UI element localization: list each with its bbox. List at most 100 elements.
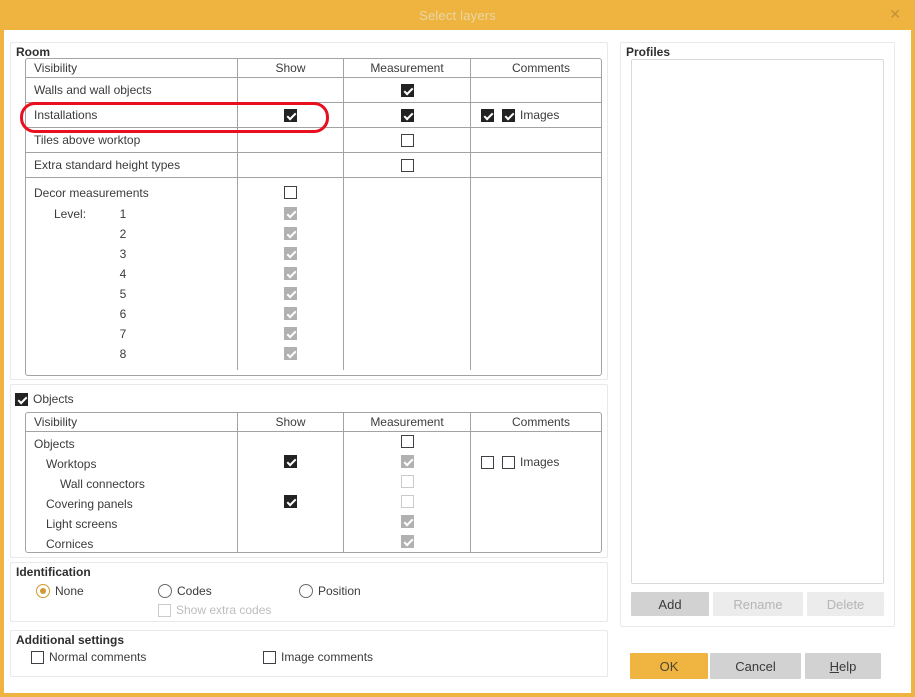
identification-section: Identification None Codes Position Show … — [10, 562, 608, 622]
show-extra-codes-checkbox — [158, 603, 171, 617]
row-label: Walls and wall objects — [26, 78, 238, 102]
dialog-border-bottom — [0, 693, 915, 697]
table-row: Walls and wall objects — [26, 78, 601, 103]
table-row: Tiles above worktop — [26, 128, 601, 153]
objects-section-checkbox[interactable] — [15, 392, 28, 406]
dialog-titlebar[interactable]: Select layers ✕ — [0, 0, 915, 30]
comments-checkbox[interactable] — [481, 108, 494, 122]
measurement-checkbox[interactable] — [401, 535, 414, 548]
close-icon[interactable]: ✕ — [889, 6, 901, 23]
row-label: Cornices — [46, 537, 94, 551]
header-comments: Comments — [511, 61, 570, 75]
objects-table-body: Objects Worktops Wall connectors Coverin… — [26, 432, 601, 552]
radio-option-codes[interactable]: Codes — [158, 584, 212, 598]
row-label: Tiles above worktop — [26, 128, 238, 152]
row-label: Wall connectors — [60, 477, 145, 491]
dialog-border-left — [0, 0, 4, 697]
measurement-checkbox[interactable] — [401, 435, 414, 448]
radio-icon[interactable] — [158, 584, 172, 598]
measurement-checkbox[interactable] — [400, 133, 414, 147]
radio-label: None — [55, 584, 84, 598]
radio-icon[interactable] — [299, 584, 313, 598]
level-checkbox[interactable] — [284, 347, 297, 360]
ok-button[interactable]: OK — [630, 653, 708, 679]
level-checkbox[interactable] — [284, 307, 297, 320]
measurement-checkbox[interactable] — [401, 475, 414, 488]
objects-table-header: Visibility Show Measurement Comments — [26, 413, 601, 432]
radio-option-position[interactable]: Position — [299, 584, 361, 598]
room-table-header: Visibility Show Measurement Comments — [26, 59, 601, 78]
image-comments-option[interactable]: Image comments — [263, 650, 373, 664]
measurement-checkbox[interactable] — [400, 158, 414, 172]
image-comments-label: Image comments — [281, 650, 374, 664]
comments-checkbox[interactable] — [481, 455, 494, 469]
delete-button: Delete — [807, 592, 884, 616]
cancel-button[interactable]: Cancel — [710, 653, 801, 679]
header-comments: Comments — [511, 415, 570, 429]
dialog-border-right — [911, 0, 915, 697]
header-show: Show — [238, 59, 344, 77]
level-checkbox[interactable] — [284, 287, 297, 300]
measurement-checkbox[interactable] — [400, 108, 414, 122]
profiles-label: Profiles — [626, 45, 671, 59]
row-label: Extra standard height types — [26, 153, 238, 177]
row-label: Light screens — [46, 517, 118, 531]
help-button[interactable]: Help — [805, 653, 881, 679]
show-extra-codes-label: Show extra codes — [176, 603, 272, 617]
level-number: 5 — [119, 287, 127, 301]
header-visibility: Visibility — [26, 413, 238, 431]
header-visibility: Visibility — [26, 59, 238, 77]
add-button[interactable]: Add — [631, 592, 709, 616]
level-number: 4 — [119, 267, 127, 281]
measurement-checkbox[interactable] — [401, 495, 414, 508]
level-number: 7 — [119, 327, 127, 341]
comments-images-checkbox[interactable] — [502, 455, 515, 469]
additional-settings-label: Additional settings — [16, 633, 124, 647]
decor-measurements-block: Decor measurements Level: 1 2 3 4 5 6 7 … — [26, 178, 601, 370]
level-label: Level: — [54, 207, 87, 221]
level-checkboxes — [284, 207, 297, 367]
normal-comments-checkbox[interactable] — [31, 650, 44, 664]
image-comments-checkbox[interactable] — [263, 650, 276, 664]
profiles-listbox[interactable] — [631, 59, 884, 584]
level-checkbox[interactable] — [284, 207, 297, 220]
images-label: Images — [520, 108, 560, 122]
level-number: 3 — [119, 247, 127, 261]
dialog-title: Select layers — [418, 7, 497, 23]
show-checkbox[interactable] — [284, 108, 297, 122]
show-checkbox[interactable] — [284, 455, 297, 468]
radio-label: Position — [318, 584, 361, 598]
objects-section-label: Objects — [33, 392, 74, 406]
room-section: Room Visibility Show Measurement Comment… — [10, 42, 608, 380]
identification-label: Identification — [16, 565, 91, 579]
help-rest: elp — [839, 658, 857, 674]
normal-comments-label: Normal comments — [49, 650, 147, 664]
objects-section: Objects Visibility Show Measurement Comm… — [10, 384, 608, 558]
help-accelerator: H — [829, 658, 840, 674]
level-checkbox[interactable] — [284, 227, 297, 240]
level-checkbox[interactable] — [284, 267, 297, 280]
show-extra-codes-option: Show extra codes — [158, 603, 271, 617]
row-label: Installations — [26, 103, 238, 127]
profiles-section: Profiles Add Rename Delete — [620, 42, 895, 627]
table-row: Installations Images — [26, 103, 601, 128]
radio-label: Codes — [177, 584, 212, 598]
objects-table: Visibility Show Measurement Comments Obj… — [25, 412, 602, 553]
header-measurement: Measurement — [344, 59, 471, 77]
radio-icon[interactable] — [36, 584, 50, 598]
rename-button: Rename — [713, 592, 803, 616]
room-table: Visibility Show Measurement Comments Wal… — [25, 58, 602, 376]
level-numbers: 1 2 3 4 5 6 7 8 — [116, 204, 130, 364]
comments-images-checkbox[interactable] — [502, 108, 515, 122]
measurement-checkbox[interactable] — [401, 515, 414, 528]
measurement-checkbox[interactable] — [401, 455, 414, 468]
measurement-checkbox[interactable] — [400, 83, 414, 97]
level-checkbox[interactable] — [284, 247, 297, 260]
additional-settings-section: Additional settings Normal comments Imag… — [10, 630, 608, 677]
normal-comments-option[interactable]: Normal comments — [31, 650, 146, 664]
level-number: 2 — [119, 227, 127, 241]
level-checkbox[interactable] — [284, 327, 297, 340]
show-checkbox[interactable] — [284, 495, 297, 508]
decor-show-checkbox[interactable] — [284, 186, 297, 199]
radio-option-none[interactable]: None — [36, 584, 84, 598]
